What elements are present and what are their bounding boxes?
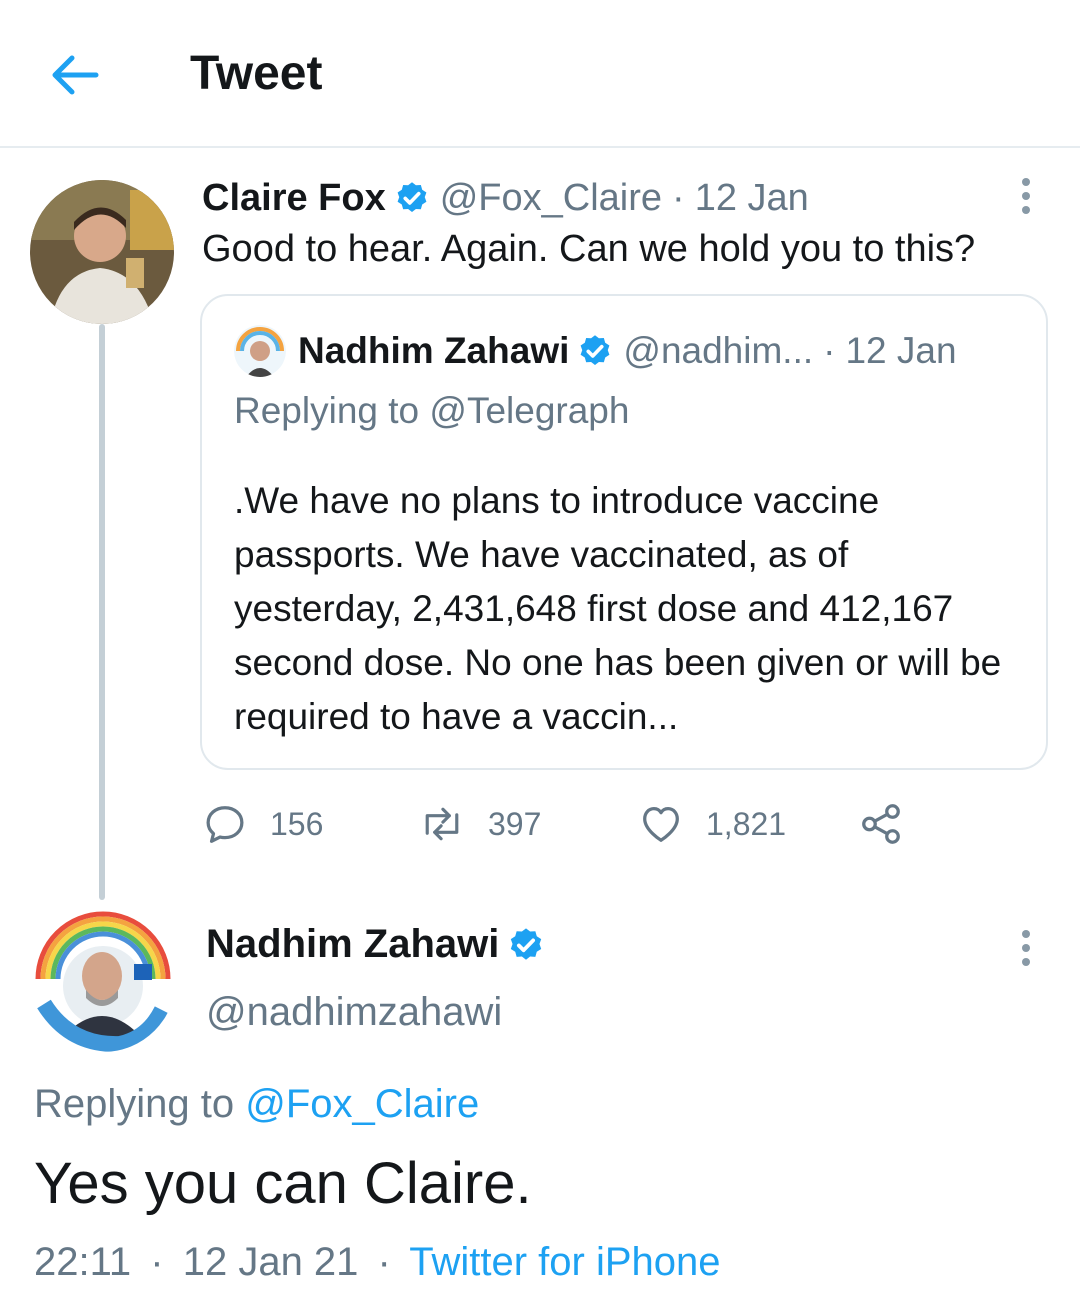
quoted-author-handle: @nadhim... bbox=[623, 330, 814, 371]
verified-badge-icon bbox=[397, 182, 427, 212]
retweet-icon bbox=[425, 807, 459, 841]
tweet-date: 12 Jan 21 bbox=[182, 1240, 359, 1284]
quoted-date: 12 Jan bbox=[845, 330, 957, 371]
main-tweet-header: Nadhim Zahawi bbox=[206, 922, 555, 967]
replying-label: Replying to bbox=[234, 390, 430, 431]
replying-handle-link[interactable]: @Fox_Claire bbox=[245, 1082, 479, 1126]
arrow-left-icon bbox=[52, 55, 99, 95]
avatar-quoted bbox=[234, 325, 286, 377]
tweet-time: 22:11 bbox=[34, 1240, 132, 1284]
quoted-replying-to: Replying to @Telegraph bbox=[234, 390, 629, 432]
quoted-author-name: Nadhim Zahawi bbox=[298, 330, 570, 371]
reply-button[interactable]: 156 bbox=[202, 800, 323, 848]
author-name[interactable]: Nadhim Zahawi bbox=[206, 922, 499, 967]
separator: · bbox=[150, 1240, 164, 1284]
more-options-button[interactable] bbox=[1018, 176, 1034, 216]
verified-badge-icon bbox=[511, 927, 542, 960]
more-options-button[interactable] bbox=[1018, 928, 1034, 968]
heart-icon bbox=[643, 807, 679, 842]
retweet-button[interactable]: 397 bbox=[418, 800, 541, 848]
like-button[interactable]: 1,821 bbox=[638, 800, 786, 848]
tweet-actions: 156 397 1,821 bbox=[202, 800, 962, 848]
quoted-tweet-card[interactable]: Nadhim Zahawi @nadhim... · 12 Jan Replyi… bbox=[200, 294, 1048, 770]
more-vertical-icon bbox=[1022, 178, 1030, 214]
page-title: Tweet bbox=[190, 47, 323, 100]
reply-icon bbox=[206, 806, 244, 843]
quoted-tweet-header: Nadhim Zahawi @nadhim... · 12 Jan bbox=[234, 325, 957, 377]
thread-connector bbox=[99, 324, 105, 900]
retweet-count: 397 bbox=[488, 805, 542, 842]
avatar-photo bbox=[30, 180, 174, 324]
author-name[interactable]: Claire Fox bbox=[202, 177, 386, 220]
more-vertical-icon bbox=[1022, 930, 1030, 966]
back-button[interactable] bbox=[46, 50, 102, 100]
quoted-tweet-text: .We have no plans to introduce vaccine p… bbox=[234, 480, 1002, 737]
verified-badge-icon bbox=[580, 335, 610, 365]
separator: · bbox=[672, 176, 685, 219]
reply-count: 156 bbox=[270, 805, 324, 842]
avatar-photo bbox=[30, 906, 176, 1052]
tweet-date[interactable]: 12 Jan bbox=[695, 177, 809, 220]
replying-to: Replying to @Fox_Claire bbox=[34, 1082, 479, 1127]
replying-label: Replying to bbox=[34, 1082, 246, 1126]
separator: · bbox=[377, 1240, 391, 1284]
tweet-source-link[interactable]: Twitter for iPhone bbox=[409, 1240, 720, 1284]
top-bar: Tweet bbox=[0, 0, 1080, 148]
avatar-nadhim-zahawi[interactable] bbox=[30, 906, 176, 1052]
share-icon bbox=[862, 804, 900, 844]
tweet-text: Good to hear. Again. Can we hold you to … bbox=[202, 228, 976, 270]
avatar-claire-fox[interactable] bbox=[30, 180, 174, 324]
share-button[interactable] bbox=[858, 800, 926, 848]
replying-handle: @Telegraph bbox=[429, 390, 630, 431]
tweet-metadata: 22:11 · 12 Jan 21 · Twitter for iPhone bbox=[34, 1240, 721, 1285]
author-handle[interactable]: @nadhimzahawi bbox=[206, 990, 502, 1035]
tweet-text: Yes you can Claire. bbox=[34, 1151, 532, 1216]
like-count: 1,821 bbox=[706, 805, 787, 842]
parent-tweet-header: Claire Fox @Fox_Claire · 12 Jan bbox=[202, 175, 809, 221]
author-handle[interactable]: @Fox_Claire bbox=[440, 177, 662, 220]
separator: · bbox=[823, 330, 836, 371]
